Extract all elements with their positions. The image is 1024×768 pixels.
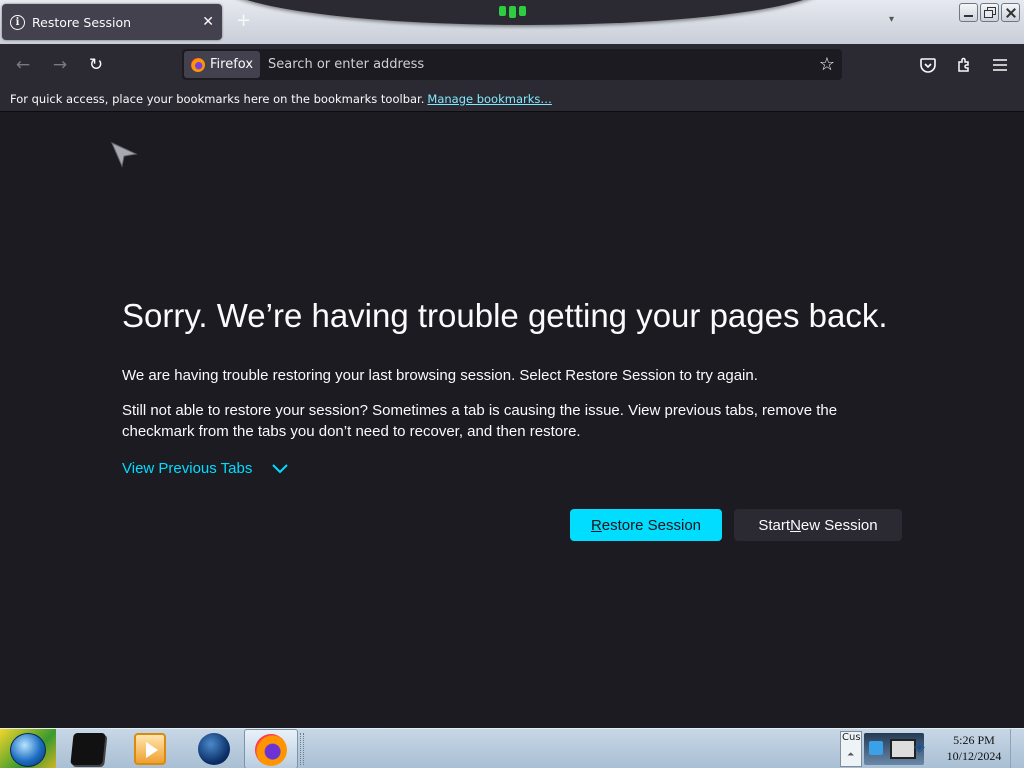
mouse-pointer-icon xyxy=(111,142,138,168)
taskbar-globe-app-icon[interactable] xyxy=(198,733,230,765)
view-previous-tabs-label: View Previous Tabs xyxy=(122,460,253,477)
restore-session-button[interactable]: Restore Session xyxy=(570,509,722,541)
bookmark-star-icon[interactable]: ☆ xyxy=(812,54,842,75)
error-description: We are having trouble restoring your las… xyxy=(122,367,758,384)
page-title: Sorry. We’re having trouble getting your… xyxy=(122,297,888,334)
new-tab-button[interactable]: + xyxy=(236,10,251,31)
start-button[interactable] xyxy=(0,729,56,768)
new-session-label-suffix: ew Session xyxy=(800,516,878,534)
back-button[interactable]: ← xyxy=(8,50,38,80)
tab-strip: i Restore Session ✕ + ▾ xyxy=(0,0,1024,44)
firefox-taskbar-icon xyxy=(255,734,287,766)
error-help-text: Still not able to restore your session? … xyxy=(122,402,838,440)
info-icon: i xyxy=(10,14,25,30)
pocket-icon[interactable] xyxy=(913,50,943,80)
taskbar-media-player-icon[interactable] xyxy=(134,733,166,765)
firefox-logo-icon xyxy=(191,57,205,72)
restore-window-button[interactable] xyxy=(980,3,999,22)
frame-indicator-icon xyxy=(498,6,526,18)
minimize-button[interactable] xyxy=(959,3,978,22)
hamburger-menu-icon[interactable] xyxy=(985,50,1015,80)
show-desktop-button[interactable] xyxy=(1010,729,1024,768)
tray-toolbar-label: Cus xyxy=(842,732,861,743)
taskbar-clock[interactable]: 5:26 PM 10/12/2024 xyxy=(940,732,1008,764)
chevron-down-icon xyxy=(272,463,289,473)
restore-accesskey: R xyxy=(590,516,602,534)
extensions-puzzle-icon[interactable] xyxy=(949,50,979,80)
new-session-label-prefix: Start xyxy=(758,516,791,534)
identity-label: Firefox xyxy=(210,57,254,72)
restore-session-page: Sorry. We’re having trouble getting your… xyxy=(0,113,1024,728)
window-controls xyxy=(959,3,1020,22)
identity-box[interactable]: Firefox xyxy=(184,51,261,78)
manage-bookmarks-link[interactable]: Manage bookmarks… xyxy=(427,92,552,106)
taskbar-film-app-icon[interactable] xyxy=(70,733,106,765)
restore-label-suffix: estore Session xyxy=(601,516,702,534)
tray-toolbar[interactable]: Cus ⏶ xyxy=(840,731,862,767)
url-bar[interactable]: Firefox ☆ xyxy=(182,49,842,80)
new-session-accesskey: N xyxy=(790,516,801,534)
address-input[interactable] xyxy=(260,57,812,72)
bookmarks-toolbar: For quick access, place your bookmarks h… xyxy=(0,86,1024,112)
tray-expand-icon[interactable]: ⏶ xyxy=(847,750,854,760)
network-icon[interactable]: ◈ xyxy=(914,739,925,755)
clock-date: 10/12/2024 xyxy=(946,749,1002,763)
forward-button[interactable]: → xyxy=(45,50,75,80)
clock-time: 5:26 PM xyxy=(953,733,995,747)
taskbar-grip xyxy=(300,733,304,765)
tab-title: Restore Session xyxy=(32,14,132,30)
tab-restore-session[interactable]: i Restore Session ✕ xyxy=(2,4,222,40)
os-taskbar: Cus ⏶ ◈ 5:26 PM 10/12/2024 xyxy=(0,728,1024,768)
close-window-button[interactable] xyxy=(1001,3,1020,22)
tab-close-icon[interactable]: ✕ xyxy=(202,14,214,30)
tab-list-chevron-icon[interactable]: ▾ xyxy=(889,14,894,25)
view-previous-tabs-toggle[interactable]: View Previous Tabs xyxy=(122,460,289,477)
navigation-toolbar: ← → ↻ Firefox ☆ xyxy=(0,44,1024,86)
taskbar-firefox-button[interactable] xyxy=(244,729,298,768)
reload-button[interactable]: ↻ xyxy=(81,50,111,80)
bookmarks-hint-text: For quick access, place your bookmarks h… xyxy=(10,91,425,106)
start-new-session-button[interactable]: Start New Session xyxy=(734,509,902,541)
